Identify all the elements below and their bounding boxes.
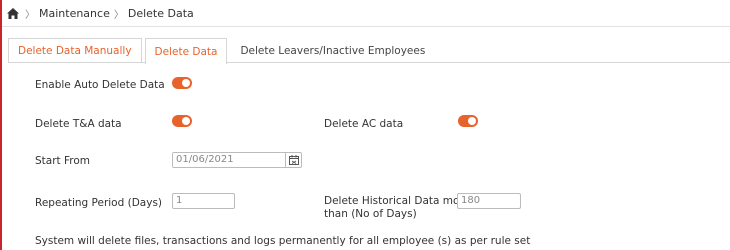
start-from-label: Start From xyxy=(35,155,91,167)
toggle-knob xyxy=(182,117,190,125)
calendar-icon[interactable] xyxy=(285,152,301,168)
delete-ac-label: Delete AC data xyxy=(324,118,404,130)
enable-auto-delete-toggle[interactable] xyxy=(172,77,192,89)
home-icon[interactable] xyxy=(7,6,21,20)
repeating-period-input[interactable]: 1 xyxy=(172,193,235,209)
delete-ac-toggle[interactable] xyxy=(458,115,478,127)
breadcrumb-item-delete-data: Delete Data xyxy=(127,6,194,20)
breadcrumb: 〉 Maintenance 〉 Delete Data xyxy=(2,0,730,27)
delete-ta-toggle[interactable] xyxy=(172,115,192,127)
delete-ta-label: Delete T&A data xyxy=(35,118,122,130)
tab-delete-data-manually[interactable]: Delete Data Manually xyxy=(8,38,142,63)
historical-data-label-line1: Delete Historical Data more xyxy=(324,195,470,207)
historical-days-input[interactable]: 180 xyxy=(457,193,521,209)
enable-auto-delete-label: Enable Auto Delete Data xyxy=(35,79,165,91)
tab-delete-data[interactable]: Delete Data xyxy=(144,38,228,64)
historical-data-label-line2: than (No of Days) xyxy=(324,208,417,220)
auto-delete-note: System will delete files, transactions a… xyxy=(35,235,531,247)
toggle-knob xyxy=(182,79,190,87)
repeating-period-label: Repeating Period (Days) xyxy=(35,197,163,209)
chevron-right-icon: 〉 xyxy=(113,9,124,21)
tab-bar: Delete Data Manually Delete Data Delete … xyxy=(8,38,438,64)
start-from-value: 01/06/2021 xyxy=(176,154,234,165)
breadcrumb-item-maintenance[interactable]: Maintenance xyxy=(39,7,110,20)
toggle-knob xyxy=(468,117,476,125)
tab-divider xyxy=(8,62,730,63)
app-frame: 〉 Maintenance 〉 Delete Data Delete Data … xyxy=(0,0,730,250)
tab-delete-leavers-inactive-employees[interactable]: Delete Leavers/Inactive Employees xyxy=(230,38,436,63)
chevron-right-icon: 〉 xyxy=(25,9,35,21)
start-from-date-input[interactable]: 01/06/2021 xyxy=(172,152,302,168)
historical-data-label: Delete Historical Data more than (No of … xyxy=(324,195,470,221)
